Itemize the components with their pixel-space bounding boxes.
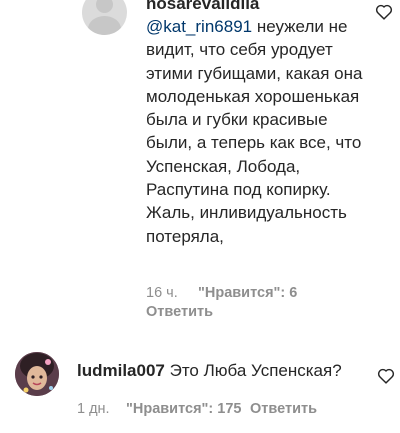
avatar-placeholder-body: [88, 16, 121, 35]
reply-button[interactable]: Ответить: [250, 401, 317, 417]
comment-likes-count[interactable]: "Нравится": 6: [198, 285, 297, 301]
comment-line: ludmila007 Это Люба Успенская?: [77, 359, 342, 382]
heart-icon[interactable]: [375, 4, 393, 20]
comment-timestamp[interactable]: 16 ч.: [146, 285, 178, 301]
comment-username[interactable]: nosarevalidiia: [146, 0, 259, 14]
comments-section: nosarevalidiia @kat_rin6891 неужели не в…: [0, 0, 400, 433]
comment-text: Это Люба Успенская?: [169, 361, 342, 380]
avatar-placeholder-head: [96, 0, 113, 13]
comment-likes-count[interactable]: "Нравится": 175: [126, 401, 241, 417]
avatar[interactable]: [82, 0, 127, 35]
avatar-photo: [15, 352, 59, 396]
comment-text: @kat_rin6891 неужели не видит, что себя …: [146, 15, 368, 248]
heart-icon[interactable]: [377, 368, 395, 384]
comment-body: неужели не видит, что себя уродует этими…: [146, 17, 363, 246]
avatar[interactable]: [15, 352, 59, 396]
comment-timestamp[interactable]: 1 дн.: [77, 401, 110, 417]
mention-link[interactable]: @kat_rin6891: [146, 17, 252, 36]
comment-username[interactable]: ludmila007: [77, 361, 165, 380]
reply-button[interactable]: Ответить: [146, 304, 213, 320]
